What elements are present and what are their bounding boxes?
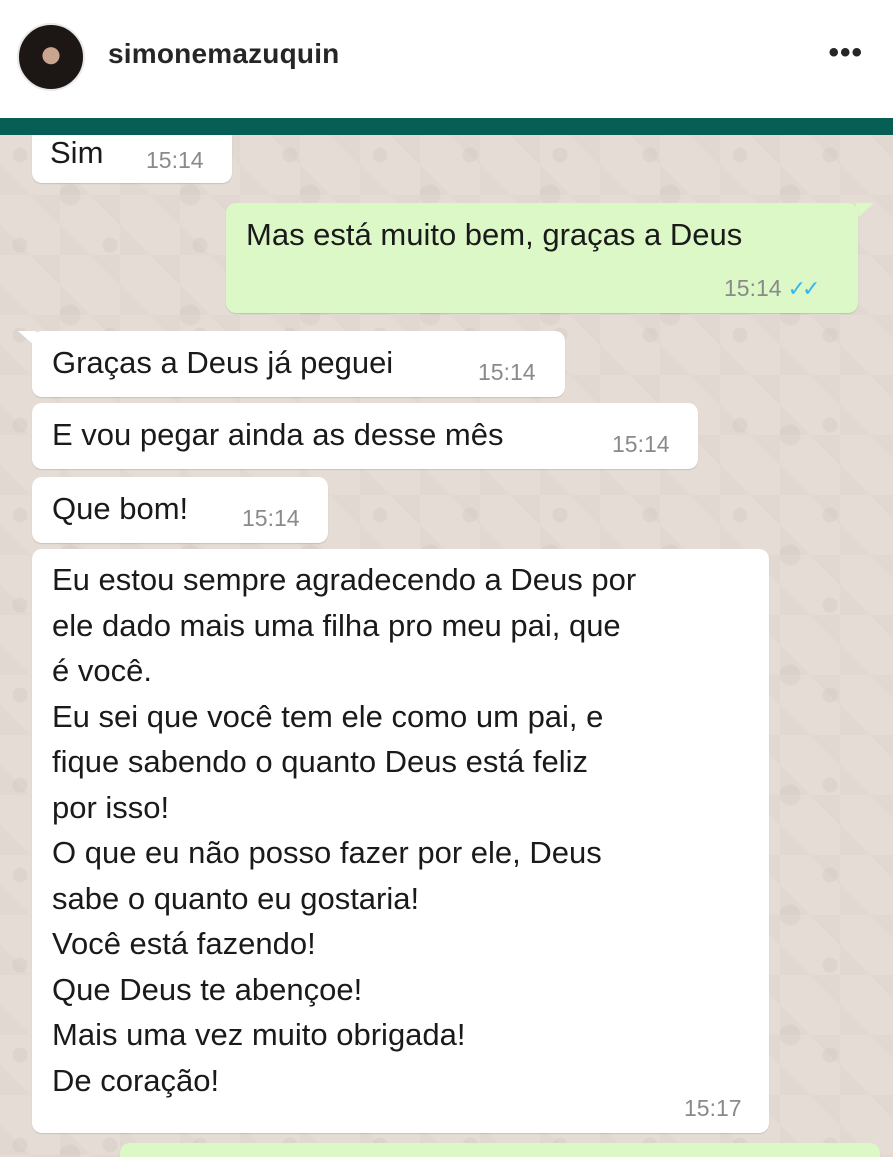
message-time: 15:14 — [146, 147, 204, 173]
message-line: fique sabendo o quanto Deus está feliz — [52, 744, 588, 779]
more-options-icon[interactable]: ••• — [828, 38, 863, 68]
message-time-row: 15:14 ✓✓ — [724, 275, 821, 302]
message-text: E vou pegar ainda as desse mês — [52, 417, 504, 452]
message-bubble-incoming: E vou pegar ainda as desse mês 15:14 — [32, 403, 698, 469]
message-text: Eu estou sempre agradecendo a Deus por e… — [52, 557, 636, 1103]
chat-conversation: Sim 15:14 Mas está muito bem, graças a D… — [0, 135, 893, 1157]
message-line: O que eu não posso fazer por ele, Deus — [52, 835, 602, 870]
message-text: Graças a Deus já peguei — [52, 345, 394, 380]
message-bubble-outgoing: Mas está muito bem, graças a Deus 15:14 ✓… — [226, 203, 858, 313]
message-time: 15:14 — [724, 275, 782, 301]
double-check-read-icon: ✓✓ — [787, 276, 821, 301]
message-time: 15:14 — [478, 359, 536, 385]
message-bubble-outgoing-partial — [120, 1143, 880, 1157]
avatar[interactable] — [17, 23, 85, 91]
message-text: Que bom! — [52, 491, 189, 526]
message-time: 15:14 — [612, 431, 670, 457]
message-line: Mais uma vez muito obrigada! — [52, 1017, 466, 1052]
message-bubble-incoming: Graças a Deus já peguei 15:14 — [32, 331, 565, 397]
message-line: De coração! — [52, 1062, 220, 1098]
message-line: Eu estou sempre agradecendo a Deus por — [52, 562, 637, 597]
message-text: Mas está muito bem, graças a Deus — [246, 217, 743, 252]
username-link[interactable]: simonemazuquin — [108, 38, 340, 70]
message-line: é você. — [52, 653, 152, 688]
message-bubble-incoming: Eu estou sempre agradecendo a Deus por e… — [32, 549, 769, 1133]
post-header: simonemazuquin ••• — [0, 0, 893, 118]
message-line: sabe o quanto eu gostaria! — [52, 880, 420, 916]
message-bubble-incoming: Que bom! 15:14 — [32, 477, 328, 543]
bubble-tail-outgoing — [856, 203, 874, 219]
whatsapp-header-bar — [0, 118, 893, 135]
message-time: 15:14 — [242, 505, 300, 531]
message-line: Que Deus te abençoe! — [52, 971, 363, 1007]
message-bubble-incoming: Sim 15:14 — [32, 135, 232, 183]
message-line: por isso! — [52, 789, 170, 825]
message-text: Sim — [50, 135, 104, 170]
message-line: Você está fazendo! — [52, 926, 316, 961]
message-line: ele dado mais uma filha pro meu pai, que — [52, 607, 621, 643]
message-line: Eu sei que você tem ele como um pai, e — [52, 698, 604, 734]
message-time: 15:17 — [684, 1095, 742, 1121]
